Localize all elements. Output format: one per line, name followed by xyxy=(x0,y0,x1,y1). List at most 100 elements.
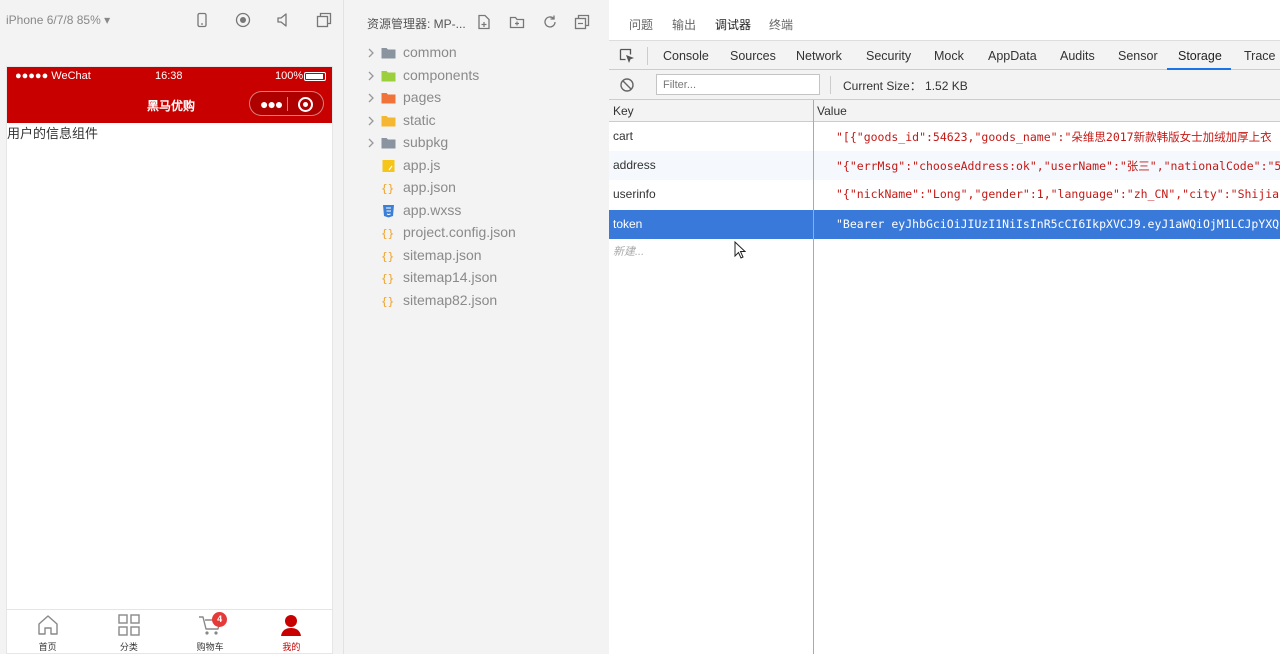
tab-debugger[interactable]: 调试器 xyxy=(715,16,752,42)
svg-text:{}: {} xyxy=(381,182,394,195)
panel-trace[interactable]: Trace xyxy=(1244,49,1276,63)
tab-terminal[interactable]: 终端 xyxy=(769,16,793,33)
chevron-right-icon xyxy=(368,93,374,103)
css-file-icon xyxy=(383,204,394,217)
tree-item-label: components xyxy=(403,66,480,83)
grid-icon xyxy=(118,614,140,636)
column-header-value[interactable]: Value xyxy=(817,104,847,118)
toolbar-divider xyxy=(647,47,648,65)
svg-text:{}: {} xyxy=(381,272,394,285)
devtools-window: iPhone 6/7/8 85% ▾ ●●●●● WeChat 16:38 10… xyxy=(0,0,1280,654)
json-file-icon: {} xyxy=(381,250,394,263)
tree-item-label: project.config.json xyxy=(403,224,516,240)
json-file-icon: {} xyxy=(381,227,394,240)
panel-security[interactable]: Security xyxy=(866,49,911,63)
table-row-selected[interactable]: token "Bearer eyJhbGciOiJIUzI1NiIsInR5cC… xyxy=(609,210,1280,239)
tree-item-sitemap82[interactable]: {} sitemap82.json xyxy=(345,290,609,313)
tree-item-common[interactable]: common xyxy=(345,42,609,65)
new-file-icon[interactable] xyxy=(476,14,492,30)
close-capsule-icon[interactable] xyxy=(298,97,313,112)
carrier-text: ●●●●● WeChat xyxy=(15,70,91,82)
tree-item-pages[interactable]: pages xyxy=(345,87,609,110)
panel-console[interactable]: Console xyxy=(663,49,709,63)
panel-sources[interactable]: Sources xyxy=(730,49,776,63)
toolbar-divider xyxy=(830,76,831,94)
chevron-right-icon xyxy=(368,138,374,148)
phone-screen: ●●●●● WeChat 16:38 100% 黑马优购 ●●● 用户的信息组件… xyxy=(6,66,333,654)
panel-network[interactable]: Network xyxy=(796,49,842,63)
tab-my[interactable]: 我的 xyxy=(251,610,332,653)
tree-item-label: common xyxy=(403,44,457,60)
table-row[interactable]: address "{"errMsg":"chooseAddress:ok","u… xyxy=(609,151,1280,180)
collapse-all-icon[interactable] xyxy=(574,14,590,30)
tree-item-app-wxss[interactable]: app.wxss xyxy=(345,200,609,223)
simulator-toolbar: iPhone 6/7/8 85% ▾ xyxy=(0,0,344,40)
filter-input[interactable] xyxy=(656,74,820,95)
new-entry-placeholder[interactable]: 新建... xyxy=(613,243,644,259)
explorer-pane: 资源管理器: MP-... common components pages st… xyxy=(345,0,609,654)
tree-item-label: sitemap.json xyxy=(403,246,482,263)
page-content-text: 用户的信息组件 xyxy=(7,126,99,141)
tab-cart[interactable]: 4 购物车 xyxy=(170,610,251,653)
tree-item-label: sitemap14.json xyxy=(403,269,498,285)
refresh-icon[interactable] xyxy=(542,14,558,30)
user-icon xyxy=(281,615,302,636)
clear-icon[interactable] xyxy=(619,77,635,93)
chevron-right-icon xyxy=(368,48,374,58)
battery-text: 100% xyxy=(275,70,304,82)
tree-item-label: sitemap82.json xyxy=(403,291,498,308)
home-icon xyxy=(37,615,58,635)
detach-window-icon[interactable] xyxy=(316,12,332,28)
tree-item-subpkg[interactable]: subpkg xyxy=(345,132,609,155)
panel-audits[interactable]: Audits xyxy=(1060,49,1095,63)
json-file-icon: {} xyxy=(381,295,394,308)
panel-storage[interactable]: Storage xyxy=(1178,49,1222,63)
debug-tabs: 问题 输出 调试器 终端 xyxy=(609,6,1280,42)
tree-item-app-json[interactable]: {} app.json xyxy=(345,177,609,200)
panel-sensor[interactable]: Sensor xyxy=(1118,49,1158,63)
column-header-key[interactable]: Key xyxy=(613,104,634,118)
phone-navbar: ●●●●● WeChat 16:38 100% 黑马优购 ●●● xyxy=(7,67,332,123)
tab-category[interactable]: 分类 xyxy=(88,610,169,653)
tree-item-sitemap14[interactable]: {} sitemap14.json xyxy=(345,267,609,290)
tree-item-project-config[interactable]: {} project.config.json xyxy=(345,222,609,245)
json-file-icon: {} xyxy=(381,182,394,195)
row-value: "Bearer eyJhbGciOiJIUzI1NiIsInR5cCI6IkpX… xyxy=(836,217,1280,231)
inspect-element-icon[interactable] xyxy=(619,48,635,64)
tab-home[interactable]: 首页 xyxy=(7,610,88,653)
explorer-title: 资源管理器: MP-... xyxy=(367,17,466,31)
panel-mock[interactable]: Mock xyxy=(934,49,964,63)
table-row[interactable]: userinfo "{"nickName":"Long","gender":1,… xyxy=(609,180,1280,209)
status-bar: ●●●●● WeChat 16:38 100% xyxy=(7,70,332,84)
json-file-icon: {} xyxy=(381,272,394,285)
more-icon[interactable]: ●●● xyxy=(260,97,283,111)
tab-label: 购物车 xyxy=(196,642,224,652)
panel-appdata[interactable]: AppData xyxy=(988,49,1037,63)
devtools-pane: 问题 输出 调试器 终端 Console Sources Network Sec… xyxy=(609,0,1280,654)
svg-text:{}: {} xyxy=(381,250,394,263)
folder-icon xyxy=(381,138,396,149)
battery-icon xyxy=(304,72,326,81)
phone-rotate-icon[interactable] xyxy=(194,12,210,28)
table-header: Key Value xyxy=(609,100,1280,122)
tree-item-app-js[interactable]: app.js xyxy=(345,155,609,178)
folder-icon xyxy=(381,48,396,59)
tree-item-label: static xyxy=(403,111,436,128)
storage-table: Key Value cart "[{"goods_id":54623,"good… xyxy=(609,100,1280,654)
volume-icon[interactable] xyxy=(276,12,292,28)
row-key: address xyxy=(613,158,656,172)
device-select[interactable]: iPhone 6/7/8 85% ▾ xyxy=(6,13,110,27)
file-tree: common components pages static subpkg ap… xyxy=(345,42,609,312)
devtools-panel-bar: Console Sources Network Security Mock Ap… xyxy=(609,40,1280,71)
tree-item-static[interactable]: static xyxy=(345,110,609,133)
tree-item-sitemap[interactable]: {} sitemap.json xyxy=(345,245,609,268)
tab-problems[interactable]: 问题 xyxy=(629,16,653,33)
record-icon[interactable] xyxy=(235,12,251,28)
svg-text:{}: {} xyxy=(381,295,394,308)
simulator-pane: iPhone 6/7/8 85% ▾ ●●●●● WeChat 16:38 10… xyxy=(0,0,344,654)
tab-output[interactable]: 输出 xyxy=(672,16,696,33)
tree-item-components[interactable]: components xyxy=(345,65,609,88)
tree-item-label: app.js xyxy=(403,156,441,173)
table-row[interactable]: cart "[{"goods_id":54623,"goods_name":"朵… xyxy=(609,122,1280,151)
new-folder-icon[interactable] xyxy=(509,14,525,30)
